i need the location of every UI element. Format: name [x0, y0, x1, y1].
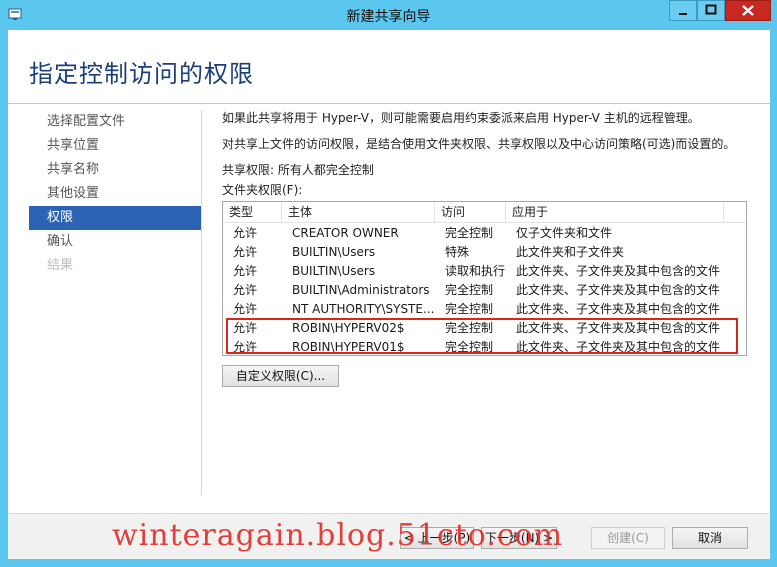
- maximize-button[interactable]: [697, 0, 725, 21]
- table-row[interactable]: 允许 ROBIN\HYPERV02$ 完全控制 此文件夹、子文件夹及其中包含的文…: [223, 319, 746, 338]
- cell-type: 允许: [233, 321, 258, 335]
- cell-applies-to: 此文件夹、子文件夹及其中包含的文件: [516, 283, 721, 297]
- share-permission-text: 共享权限: 所有人都完全控制: [222, 163, 374, 177]
- page-title: 指定控制访问的权限: [29, 60, 254, 88]
- cell-principal: ROBIN\HYPERV01$: [292, 340, 405, 354]
- cell-access: 读取和执行: [445, 264, 506, 278]
- cell-type: 允许: [233, 226, 258, 240]
- minimize-icon: [679, 13, 687, 15]
- cell-principal: BUILTIN\Users: [292, 245, 376, 259]
- cell-applies-to: 此文件夹、子文件夹及其中包含的文件: [516, 302, 721, 316]
- table-row[interactable]: 允许 BUILTIN\Users 读取和执行 此文件夹、子文件夹及其中包含的文件: [223, 262, 746, 281]
- table-row[interactable]: 允许 NT AUTHORITY\SYSTE... 完全控制 此文件夹、子文件夹及…: [223, 300, 746, 319]
- custom-permissions-button[interactable]: 自定义权限(C)...: [222, 365, 339, 387]
- cell-applies-to: 仅子文件夹和文件: [516, 226, 613, 240]
- create-button: 创建(C): [591, 527, 665, 549]
- cell-access: 完全控制: [445, 283, 494, 297]
- nav-divider: [201, 110, 202, 495]
- nav-item-results: 结果: [47, 258, 74, 273]
- cell-principal: ROBIN\HYPERV02$: [292, 321, 405, 335]
- title-bar[interactable]: 新建共享向导: [0, 0, 777, 30]
- table-row[interactable]: 允许 CREATOR OWNER 完全控制 仅子文件夹和文件: [223, 224, 746, 243]
- nav-item-confirm[interactable]: 确认: [29, 230, 201, 254]
- window-title: 新建共享向导: [346, 9, 431, 25]
- cell-type: 允许: [233, 302, 258, 316]
- table-row[interactable]: 允许 BUILTIN\Administrators 完全控制 此文件夹、子文件夹…: [223, 281, 746, 300]
- cell-principal: BUILTIN\Users: [292, 264, 376, 278]
- cell-type: 允许: [233, 283, 258, 297]
- cell-access: 特殊: [445, 245, 470, 259]
- cell-access: 完全控制: [445, 321, 494, 335]
- table-row[interactable]: 允许 BUILTIN\Users 特殊 此文件夹和子文件夹: [223, 243, 746, 262]
- watermark-text: winteragain.blog.51cto.com: [112, 518, 564, 553]
- nav-item-other-settings[interactable]: 其他设置: [29, 182, 201, 206]
- permissions-list[interactable]: 类型 主体 访问 应用于 允许 CREATOR OWNER 完全控制 仅子文件夹…: [222, 201, 747, 356]
- column-header-type[interactable]: 类型: [223, 202, 282, 222]
- cell-applies-to: 此文件夹、子文件夹及其中包含的文件: [516, 340, 721, 354]
- wizard-content: 指定控制访问的权限 选择配置文件 共享位置 共享名称 其他设置 权限 确认 结果…: [8, 30, 770, 559]
- permissions-list-header: 类型 主体 访问 应用于: [223, 202, 746, 223]
- hyperv-note: 如果此共享将用于 Hyper-V，则可能需要启用约束委派来启用 Hyper-V …: [222, 111, 700, 125]
- minimize-button[interactable]: [669, 0, 697, 21]
- cell-access: 完全控制: [445, 302, 494, 316]
- header-divider: [8, 103, 770, 104]
- access-note: 对共享上文件的访问权限，是结合使用文件夹权限、共享权限以及中心访问策略(可选)而…: [222, 137, 736, 151]
- cell-applies-to: 此文件夹、子文件夹及其中包含的文件: [516, 321, 721, 335]
- nav-item-share-location[interactable]: 共享位置: [29, 134, 201, 158]
- maximize-icon: [705, 4, 717, 15]
- column-header-filler: [724, 202, 746, 222]
- close-icon: [742, 5, 754, 16]
- cell-principal: NT AUTHORITY\SYSTE...: [292, 302, 435, 316]
- cell-applies-to: 此文件夹和子文件夹: [516, 245, 625, 259]
- column-header-principal[interactable]: 主体: [282, 202, 435, 222]
- cell-type: 允许: [233, 340, 258, 354]
- cell-type: 允许: [233, 264, 258, 278]
- cell-applies-to: 此文件夹、子文件夹及其中包含的文件: [516, 264, 721, 278]
- cell-access: 完全控制: [445, 226, 494, 240]
- column-header-access[interactable]: 访问: [435, 202, 506, 222]
- cell-type: 允许: [233, 245, 258, 259]
- folder-permission-label: 文件夹权限(F):: [222, 183, 303, 197]
- nav-item-select-profile[interactable]: 选择配置文件: [29, 110, 201, 134]
- close-button[interactable]: [725, 0, 771, 21]
- table-row[interactable]: 允许 ROBIN\HYPERV01$ 完全控制 此文件夹、子文件夹及其中包含的文…: [223, 338, 746, 357]
- wizard-nav: 选择配置文件 共享位置 共享名称 其他设置 权限 确认 结果: [29, 110, 201, 278]
- cancel-button[interactable]: 取消: [672, 527, 748, 549]
- cell-principal: CREATOR OWNER: [292, 226, 399, 240]
- wizard-window: 新建共享向导 指定控制访问的权限 选择配置文件 共享位置 共享名称 其他设置 权…: [0, 0, 777, 567]
- cell-principal: BUILTIN\Administrators: [292, 283, 430, 297]
- cell-access: 完全控制: [445, 340, 494, 354]
- nav-item-share-name[interactable]: 共享名称: [29, 158, 201, 182]
- nav-item-permissions[interactable]: 权限: [29, 206, 201, 230]
- column-header-applies-to[interactable]: 应用于: [506, 202, 724, 222]
